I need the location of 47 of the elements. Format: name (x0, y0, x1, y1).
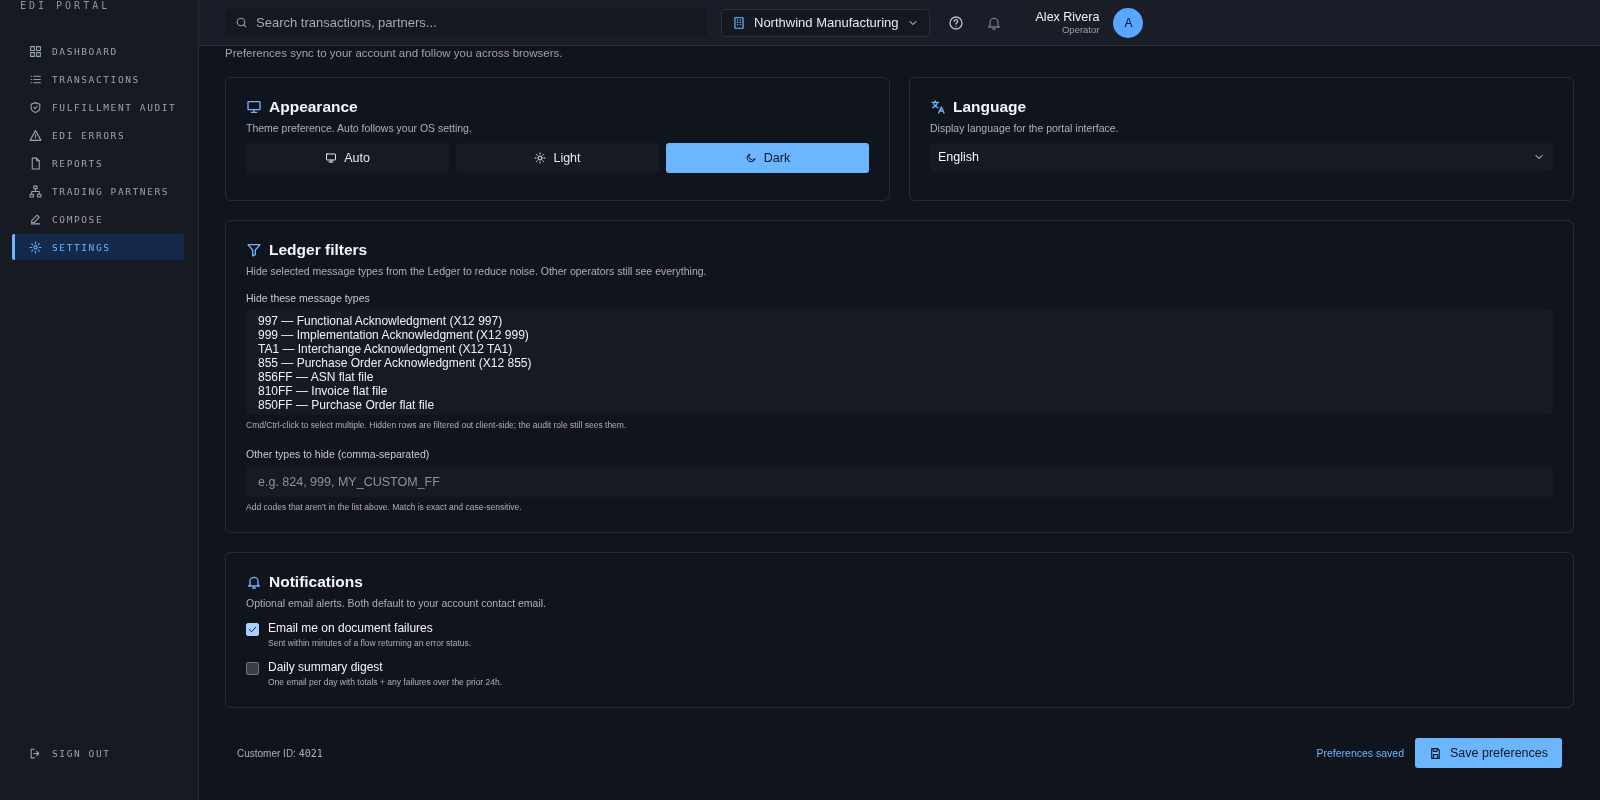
organization-dropdown[interactable]: Northwind Manufacturing (721, 8, 930, 37)
checkbox-label: Daily summary digest (268, 660, 384, 674)
search-field[interactable]: Search transactions, partners... (225, 8, 707, 37)
checkbox-hint: Sent within minutes of a flow returning an error status. (268, 638, 472, 648)
language-select[interactable]: English (930, 143, 1553, 171)
card-description: Hide selected message types from the Ledger to reduce noise. Other operators still see everything. (246, 265, 708, 277)
card-description: Theme preference. Auto follows your OS setting. (246, 122, 473, 134)
sidebar-item[interactable]: TRANSACTIONS (12, 66, 184, 92)
theme-option[interactable]: Dark (666, 143, 869, 173)
user-role: Operator (1061, 24, 1100, 35)
card-title: Ledger filters (269, 241, 368, 259)
save-status: Preferences saved (1316, 747, 1404, 759)
sidebar-item[interactable]: DASHBOARD (12, 38, 184, 64)
checkbox-hint: One email per day with totals + any failures over the prior 24h. (268, 677, 503, 687)
message-type-option[interactable]: TA1 — Interchange Acknowledgment (X12 TA1) (258, 342, 1541, 356)
sidebar-item[interactable]: COMPOSE (12, 206, 184, 232)
field-label: Hide these message types (246, 292, 371, 304)
field-hint: Add codes that aren't in the list above. Match is exact and case-sensitive. (246, 502, 523, 512)
sidebar-item[interactable]: EDI ERRORS (12, 122, 184, 148)
message-type-option[interactable]: 997 — Functional Acknowledgment (X12 997) (258, 314, 1541, 328)
card-title: Notifications (269, 573, 363, 591)
sidebar-item[interactable]: TRADING PARTNERS (12, 178, 184, 204)
sidebar-item[interactable]: SETTINGS (12, 234, 184, 260)
user-name: Alex Rivera (1035, 10, 1100, 24)
card-description: Display language for the portal interface. (930, 122, 1120, 134)
theme-option[interactable]: Light (456, 143, 659, 173)
message-type-option[interactable]: 856FF — ASN flat file (258, 370, 1541, 384)
message-type-option[interactable]: 850FF — Purchase Order flat file (258, 398, 1541, 412)
card-title: Appearance (269, 98, 358, 116)
sidebar-item[interactable]: FULFILLMENT AUDIT (12, 94, 184, 120)
checkbox-label: Email me on document failures (268, 621, 434, 635)
customer-id: Customer ID: 4021 (237, 747, 323, 759)
card-description: Optional email alerts. Both default to your account contact email. (246, 597, 547, 609)
other-types-field[interactable]: e.g. 824, 999, MY_CUSTOM_FF (246, 467, 1553, 497)
save-button[interactable]: Save preferences (1415, 738, 1562, 768)
message-type-option[interactable]: 855 — Purchase Order Acknowledgment (X12 855) (258, 356, 1541, 370)
field-label: Other types to hide (comma-separated) (246, 448, 431, 460)
brand-title: EDI PORTAL (19, 0, 112, 13)
sign-out-button[interactable]: SIGN OUT (12, 740, 184, 766)
sidebar-item[interactable]: REPORTS (12, 150, 184, 176)
message-type-option[interactable]: 999 — Implementation Acknowledgment (X12 999) (258, 328, 1541, 342)
card-title: Language (953, 98, 1027, 116)
field-hint: Cmd/Ctrl-click to select multiple. Hidden rows are filtered out client-side; the audit role still sees them. (246, 420, 628, 430)
user-avatar[interactable]: A (1113, 7, 1144, 38)
message-type-option[interactable]: 810FF — Invoice flat file (258, 384, 1541, 398)
theme-option[interactable]: Auto (246, 143, 449, 173)
page-subtitle: Preferences sync to your account and follow you across browsers. (225, 46, 564, 60)
